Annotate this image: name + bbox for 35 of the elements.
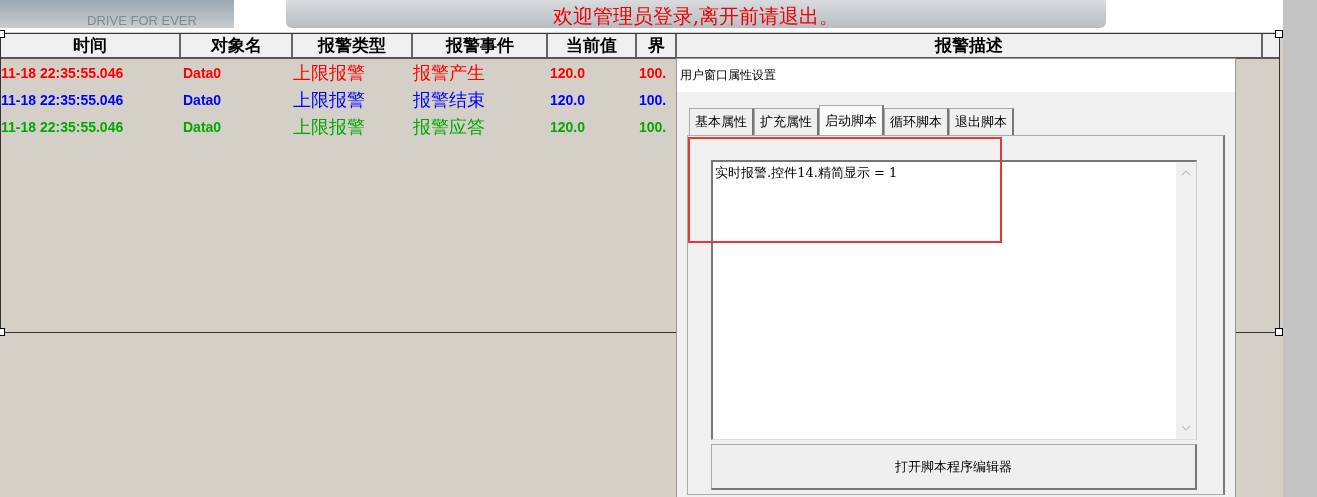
resize-handle[interactable]: [1275, 30, 1283, 38]
column-header: 界: [637, 34, 677, 57]
script-text: 实时报警.控件14.精简显示 = 1: [715, 164, 898, 182]
table-cell-text: 100.: [638, 118, 668, 135]
resize-handle[interactable]: [1275, 328, 1283, 336]
welcome-message: 欢迎管理员登录,离开前请退出。: [552, 4, 840, 28]
table-cell-text: 报警结束: [413, 87, 486, 112]
table-cell-text: 11-18 22:35:55.046: [1, 64, 125, 81]
column-header: 报警事件: [413, 34, 548, 57]
table-cell-text: 上限报警: [293, 60, 366, 85]
logo-tagline: DRIVE FOR EVER: [87, 13, 197, 28]
tab[interactable]: 扩充属性: [754, 108, 819, 135]
column-header: 当前值: [548, 34, 637, 57]
table-cell-text: Data0: [182, 91, 223, 108]
tab[interactable]: 退出脚本: [949, 108, 1014, 135]
table-cell-text: Data0: [182, 64, 223, 81]
tab[interactable]: 启动脚本: [819, 105, 884, 135]
dialog-title: 用户窗口属性设置: [677, 59, 1235, 92]
table-cell-text: 100.: [638, 91, 668, 108]
table-cell-text: 11-18 22:35:55.046: [1, 91, 125, 108]
table-cell-text: 11-18 22:35:55.046: [1, 118, 125, 135]
column-header: 对象名: [181, 34, 293, 57]
column-header: 报警类型: [293, 34, 413, 57]
table-cell-text: 上限报警: [293, 87, 366, 112]
tab[interactable]: 基本属性: [689, 108, 754, 135]
table-cell-text: 100.: [638, 64, 668, 81]
table-cell-text: 120.0: [549, 91, 587, 108]
tab[interactable]: 循环脚本: [884, 108, 949, 135]
table-cell-text: 上限报警: [293, 114, 366, 139]
table-cell-text: 报警产生: [413, 60, 486, 85]
table-cell-text: 120.0: [549, 118, 587, 135]
open-script-editor-button[interactable]: 打开脚本程序编辑器: [711, 444, 1197, 490]
table-cell-text: 120.0: [549, 64, 587, 81]
table-cell-text: Data0: [182, 118, 223, 135]
table-cell-text: 报警应答: [413, 114, 486, 139]
